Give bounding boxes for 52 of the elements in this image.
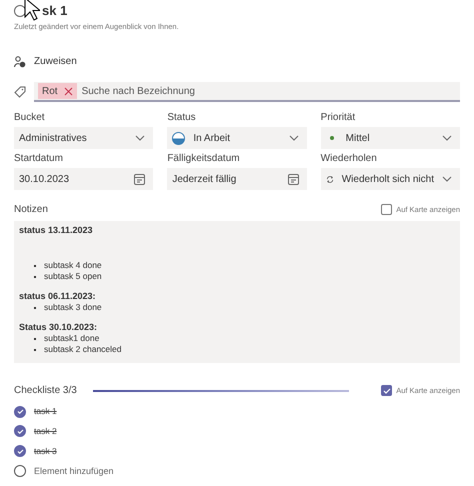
tag-icon [14,86,26,98]
note-heading: status 13.11.2023 [19,225,94,236]
date-field[interactable]: 30.10.2023 [14,168,154,190]
note-item: subtask1 done [44,333,100,344]
calendar-icon [134,174,146,185]
note-item: subtask 4 done [44,260,102,272]
add-item-field[interactable]: Element hinzufügen [34,464,460,478]
chevron-down-icon [288,135,299,142]
checklist-check[interactable] [14,425,26,438]
label-picker[interactable]: Rot Suche nach Bezeichnung [34,82,460,102]
field-label: Startdatum [14,153,64,166]
dropdown-field[interactable]: In Arbeit [167,127,307,150]
half-filled-circle-icon [172,132,186,145]
note-item: subtask 2 chanceled [44,344,122,356]
checkmark-icon [16,408,24,416]
date-field[interactable]: Jederzeit fällig [167,168,307,190]
note-item: subtask 5 open [44,271,102,282]
remove-icon[interactable] [64,86,73,96]
assign-person-icon [14,56,26,68]
notes-label: Notizen [14,203,48,218]
note-heading: Status 30.10.2023: [19,322,98,334]
repeat-icon [326,174,334,185]
chevron-down-icon [442,135,452,142]
note-heading: status 06.11.2023: [19,291,97,302]
task-title: sk 1 [42,2,68,20]
field-label: Fälligkeitsdatum [167,153,241,166]
checkbox[interactable] [381,204,392,216]
checkmark-icon [16,428,24,435]
assign-button[interactable]: Zuweisen [34,54,77,70]
field-label: Wiederholen [320,153,378,166]
checklist-item: task 1 [34,405,57,418]
chevron-down-icon [442,176,452,182]
dropdown-field[interactable]: Mittel [320,127,460,150]
chevron-down-icon [135,135,146,142]
checklist-item: task 2 [34,425,57,438]
checklist-item: task 3 [34,444,57,458]
note-item: subtask 3 done [44,302,102,314]
label-search-input[interactable]: Suche nach Bezeichnung [82,84,460,99]
field-label: Priorität [320,112,356,124]
dropdown-field[interactable]: Wiederholt sich nicht [320,168,460,190]
checkbox[interactable] [381,385,392,396]
notes-editor[interactable]: status 13.11.2023 subtask 4 done subtask 5 open status 06.11.2023: subtask 3 done Status 30.10.2023: subtask1 done subtask 2 chanceled [14,221,460,364]
label-tag: Rot [38,83,77,100]
field-label: Bucket [14,112,46,124]
field-label: Status [167,112,197,124]
dot-icon [330,136,334,140]
checklist-check[interactable] [14,406,26,418]
calendar-icon [288,174,299,185]
checklist-label: Checkliste 3/3 [14,384,77,398]
dropdown-field[interactable]: Administratives [14,127,154,150]
checkmark-icon [16,448,24,455]
checklist-check[interactable] [14,445,26,458]
